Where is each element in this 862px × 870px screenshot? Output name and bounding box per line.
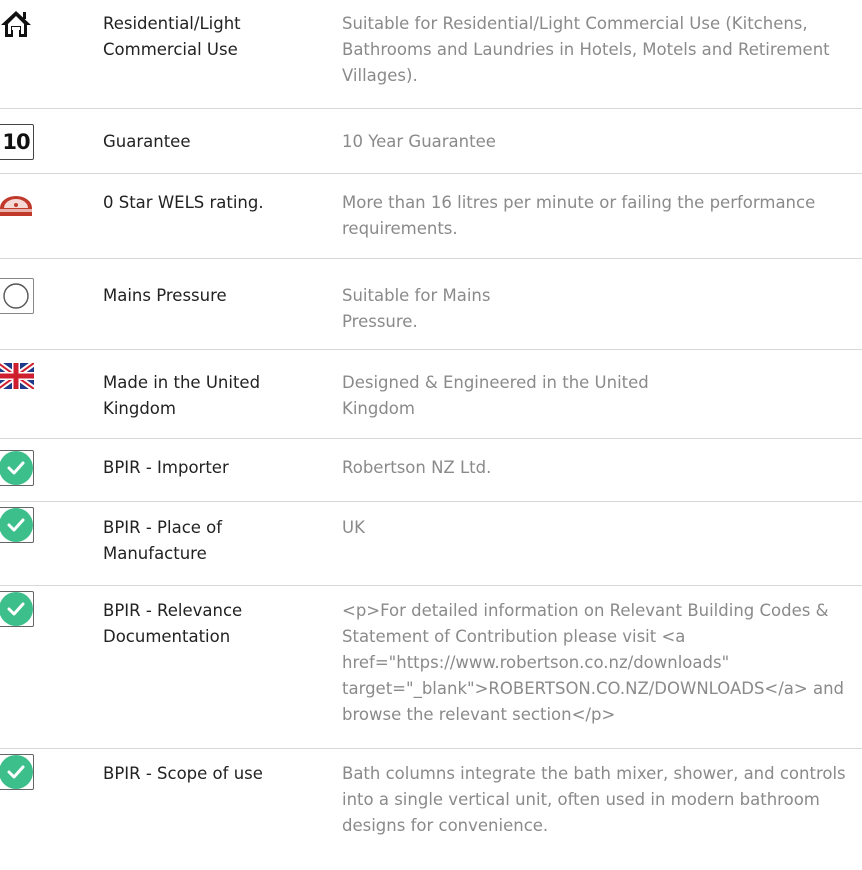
feature-description: Robertson NZ Ltd. — [342, 458, 492, 477]
checkmark-icon — [7, 461, 25, 475]
feature-name: BPIR - Importer — [103, 458, 229, 477]
wels-rating-icon-graphic — [0, 196, 32, 216]
wels-rating-icon — [0, 188, 35, 224]
check-circle-icon — [0, 591, 35, 627]
feature-name: Mains Pressure — [103, 286, 227, 305]
feature-row-guarantee: 10 Guarantee 10 Year Guarantee — [0, 109, 862, 174]
pressure-circle-icon — [0, 278, 35, 314]
check-circle-icon — [0, 450, 35, 486]
product-features-table: Residential/Light Commercial Use Suitabl… — [0, 0, 862, 870]
feature-row-mains-pressure: Mains Pressure Suitable for Mains Pressu… — [0, 259, 862, 350]
feature-description: More than 16 litres per minute or failin… — [342, 193, 816, 238]
house-icon — [0, 6, 35, 42]
feature-row-bpir-importer: BPIR - Importer Robertson NZ Ltd. — [0, 439, 862, 502]
feature-name: Guarantee — [103, 132, 191, 151]
checkmark-icon — [7, 602, 25, 616]
uk-flag-icon-graphic — [0, 363, 34, 389]
ten-year-icon-text: 10 — [2, 130, 30, 154]
feature-name: Made in the United Kingdom — [103, 373, 261, 418]
feature-row-wels: 0 Star WELS rating. More than 16 litres … — [0, 174, 862, 259]
feature-name: BPIR - Scope of use — [103, 764, 263, 783]
feature-name: BPIR - Place of Manufacture — [103, 518, 223, 563]
feature-name: BPIR - Relevance Documentation — [103, 601, 243, 646]
pressure-circle-icon-graphic — [3, 283, 29, 309]
feature-description: Suitable for Residential/Light Commercia… — [342, 14, 830, 85]
feature-row-bpir-place: BPIR - Place of Manufacture UK — [0, 502, 862, 586]
feature-description: <p>For detailed information on Relevant … — [342, 601, 845, 724]
feature-row-bpir-scope: BPIR - Scope of use Bath columns integra… — [0, 749, 862, 870]
uk-flag-icon — [0, 358, 35, 394]
feature-row-residential: Residential/Light Commercial Use Suitabl… — [0, 0, 862, 109]
house-icon-graphic — [1, 11, 31, 37]
feature-description: Bath columns integrate the bath mixer, s… — [342, 764, 846, 835]
feature-row-made-in-uk: Made in the United Kingdom Designed & En… — [0, 350, 862, 439]
feature-name: Residential/Light Commercial Use — [103, 14, 241, 59]
checkmark-icon — [7, 518, 25, 532]
feature-row-bpir-relevance: BPIR - Relevance Documentation <p>For de… — [0, 586, 862, 749]
feature-description: Suitable for Mains Pressure. — [342, 286, 491, 331]
feature-description: Designed & Engineered in the United King… — [342, 373, 649, 418]
ten-year-icon: 10 — [0, 124, 35, 160]
checkmark-icon — [7, 765, 25, 779]
feature-name: 0 Star WELS rating. — [103, 193, 264, 212]
check-circle-icon — [0, 507, 35, 543]
feature-description: 10 Year Guarantee — [342, 132, 496, 151]
check-circle-icon — [0, 754, 35, 790]
feature-description: UK — [342, 518, 365, 537]
